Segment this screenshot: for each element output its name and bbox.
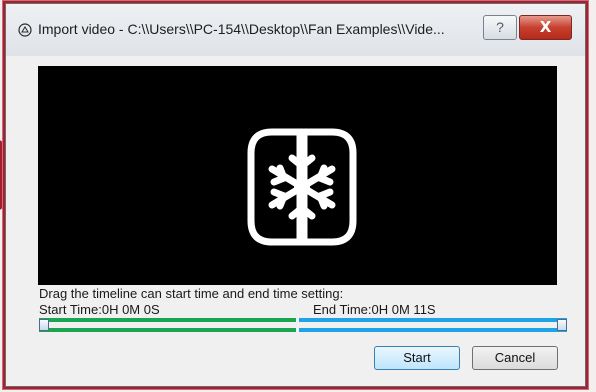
timeline-instruction: Drag the timeline can start time and end… [39, 286, 344, 301]
start-timeline-handle[interactable] [39, 319, 49, 331]
help-button[interactable]: ? [483, 15, 517, 40]
start-time-label: Start Time:0H 0M 0S [39, 302, 160, 317]
close-button[interactable]: X [519, 15, 572, 40]
title-bar[interactable]: Import video - C:\\Users\\PC-154\\Deskto… [6, 4, 585, 56]
end-timeline-track-top [299, 318, 567, 322]
start-button[interactable]: Start [374, 346, 460, 370]
screenshot-stage: Import video - C:\\Users\\PC-154\\Deskto… [0, 0, 596, 392]
cancel-button[interactable]: Cancel [472, 346, 558, 370]
end-timeline-handle[interactable] [557, 319, 567, 331]
snowflake-fan-logo-icon [247, 128, 357, 246]
start-timeline-track-bottom [39, 328, 296, 332]
start-timeline-slider[interactable] [39, 317, 296, 333]
end-timeline-track-bottom [299, 328, 567, 332]
dialog-body: Drag the timeline can start time and end… [6, 56, 585, 386]
video-preview [38, 66, 557, 285]
window-title: Import video - C:\\Users\\PC-154\\Deskto… [38, 21, 445, 37]
start-timeline-track-top [39, 318, 296, 322]
end-timeline-slider[interactable] [299, 317, 567, 333]
import-video-dialog: Import video - C:\\Users\\PC-154\\Deskto… [5, 3, 586, 387]
end-time-label: End Time:0H 0M 11S [313, 302, 436, 317]
import-circle-icon [18, 23, 32, 37]
